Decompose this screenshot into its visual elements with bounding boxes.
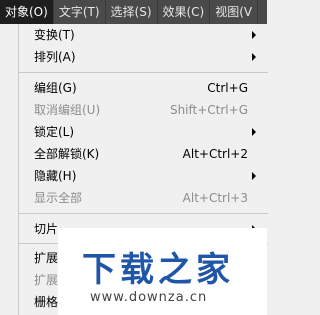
menu-item-ungroup[interactable]: 取消编组(U) Shift+Ctrl+G [19, 99, 268, 120]
menubar-select[interactable]: 选择(S) [106, 0, 158, 24]
menu-item-shortcut: Alt+Ctrl+3 [182, 190, 248, 205]
menu-item-label: 隐藏(H) [34, 169, 77, 183]
menu-item-label: 显示全部 [34, 191, 83, 205]
submenu-arrow-icon [252, 128, 256, 136]
menu-item-unlock-all[interactable]: 全部解锁(K) Alt+Ctrl+2 [19, 143, 268, 164]
menu-item-label: 全部解锁(K) [34, 147, 100, 161]
menu-item-shortcut: Shift+Ctrl+G [169, 102, 248, 117]
menubar: 对象(O) 文字(T) 选择(S) 效果(C) 视图(V [0, 0, 267, 24]
watermark-title: 下载之家 [82, 250, 234, 290]
menu-item-label: 编组(G) [34, 81, 77, 95]
submenu-arrow-icon [252, 31, 256, 39]
menu-item-arrange[interactable]: 排列(A) [19, 46, 268, 67]
menu-item-label: 扩展 [34, 251, 59, 265]
menu-item-transform[interactable]: 变换(T) [19, 24, 268, 45]
watermark-url: www.downza.cn [90, 290, 208, 305]
menu-item-shortcut: Alt+Ctrl+2 [182, 146, 248, 161]
menubar-effect[interactable]: 效果(C) [158, 0, 211, 24]
menubar-type[interactable]: 文字(T) [54, 0, 106, 24]
menu-item-label: 取消编组(U) [34, 103, 101, 117]
menubar-view[interactable]: 视图(V [210, 0, 259, 24]
watermark-logo: 下载之家 www.downza.cn [58, 228, 267, 315]
submenu-arrow-icon [252, 53, 256, 61]
menu-item-show-all[interactable]: 显示全部 Alt+Ctrl+3 [19, 187, 268, 208]
menu-item-lock[interactable]: 锁定(L) [19, 121, 268, 142]
menu-item-hide[interactable]: 隐藏(H) [19, 165, 268, 186]
submenu-arrow-icon [252, 172, 256, 180]
menu-item-label: 锁定(L) [34, 125, 75, 139]
menu-item-label: 变换(T) [34, 28, 75, 42]
menubar-object[interactable]: 对象(O) [0, 0, 54, 24]
menu-separator [19, 72, 268, 73]
left-strip [0, 24, 18, 315]
menu-item-label: 排列(A) [34, 50, 76, 64]
menu-separator [19, 213, 268, 214]
menu-item-label: 栅格 [34, 295, 59, 309]
menu-item-label: 切片 [34, 222, 59, 236]
menu-item-group[interactable]: 编组(G) Ctrl+G [19, 77, 268, 98]
menu-item-shortcut: Ctrl+G [207, 80, 248, 95]
menu-item-label: 扩展 [34, 273, 59, 287]
